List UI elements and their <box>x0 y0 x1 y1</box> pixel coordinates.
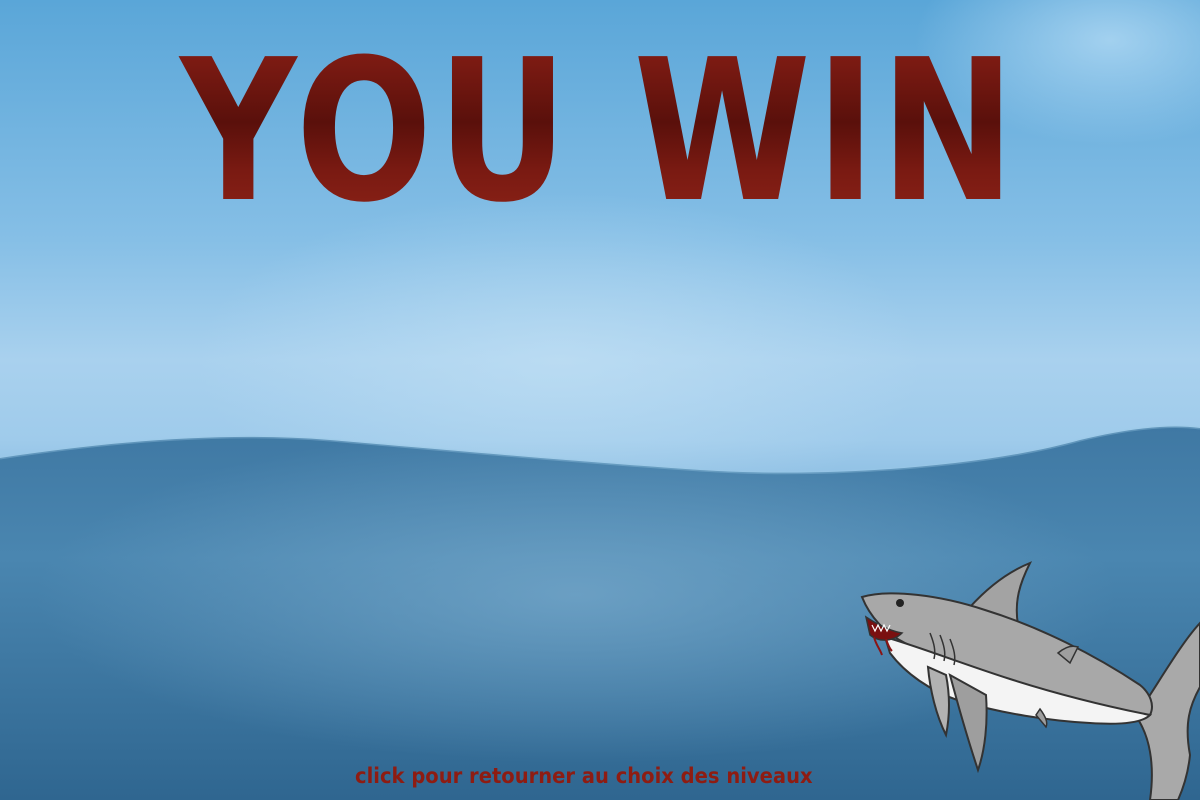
you-win-title: YOU WIN <box>108 34 1092 230</box>
shark-icon <box>860 561 1200 800</box>
back-to-level-select-link[interactable]: click pour retourner au choix des niveau… <box>355 764 813 788</box>
win-screen[interactable]: YOU WIN click pour retourner au choix de… <box>0 0 1200 800</box>
